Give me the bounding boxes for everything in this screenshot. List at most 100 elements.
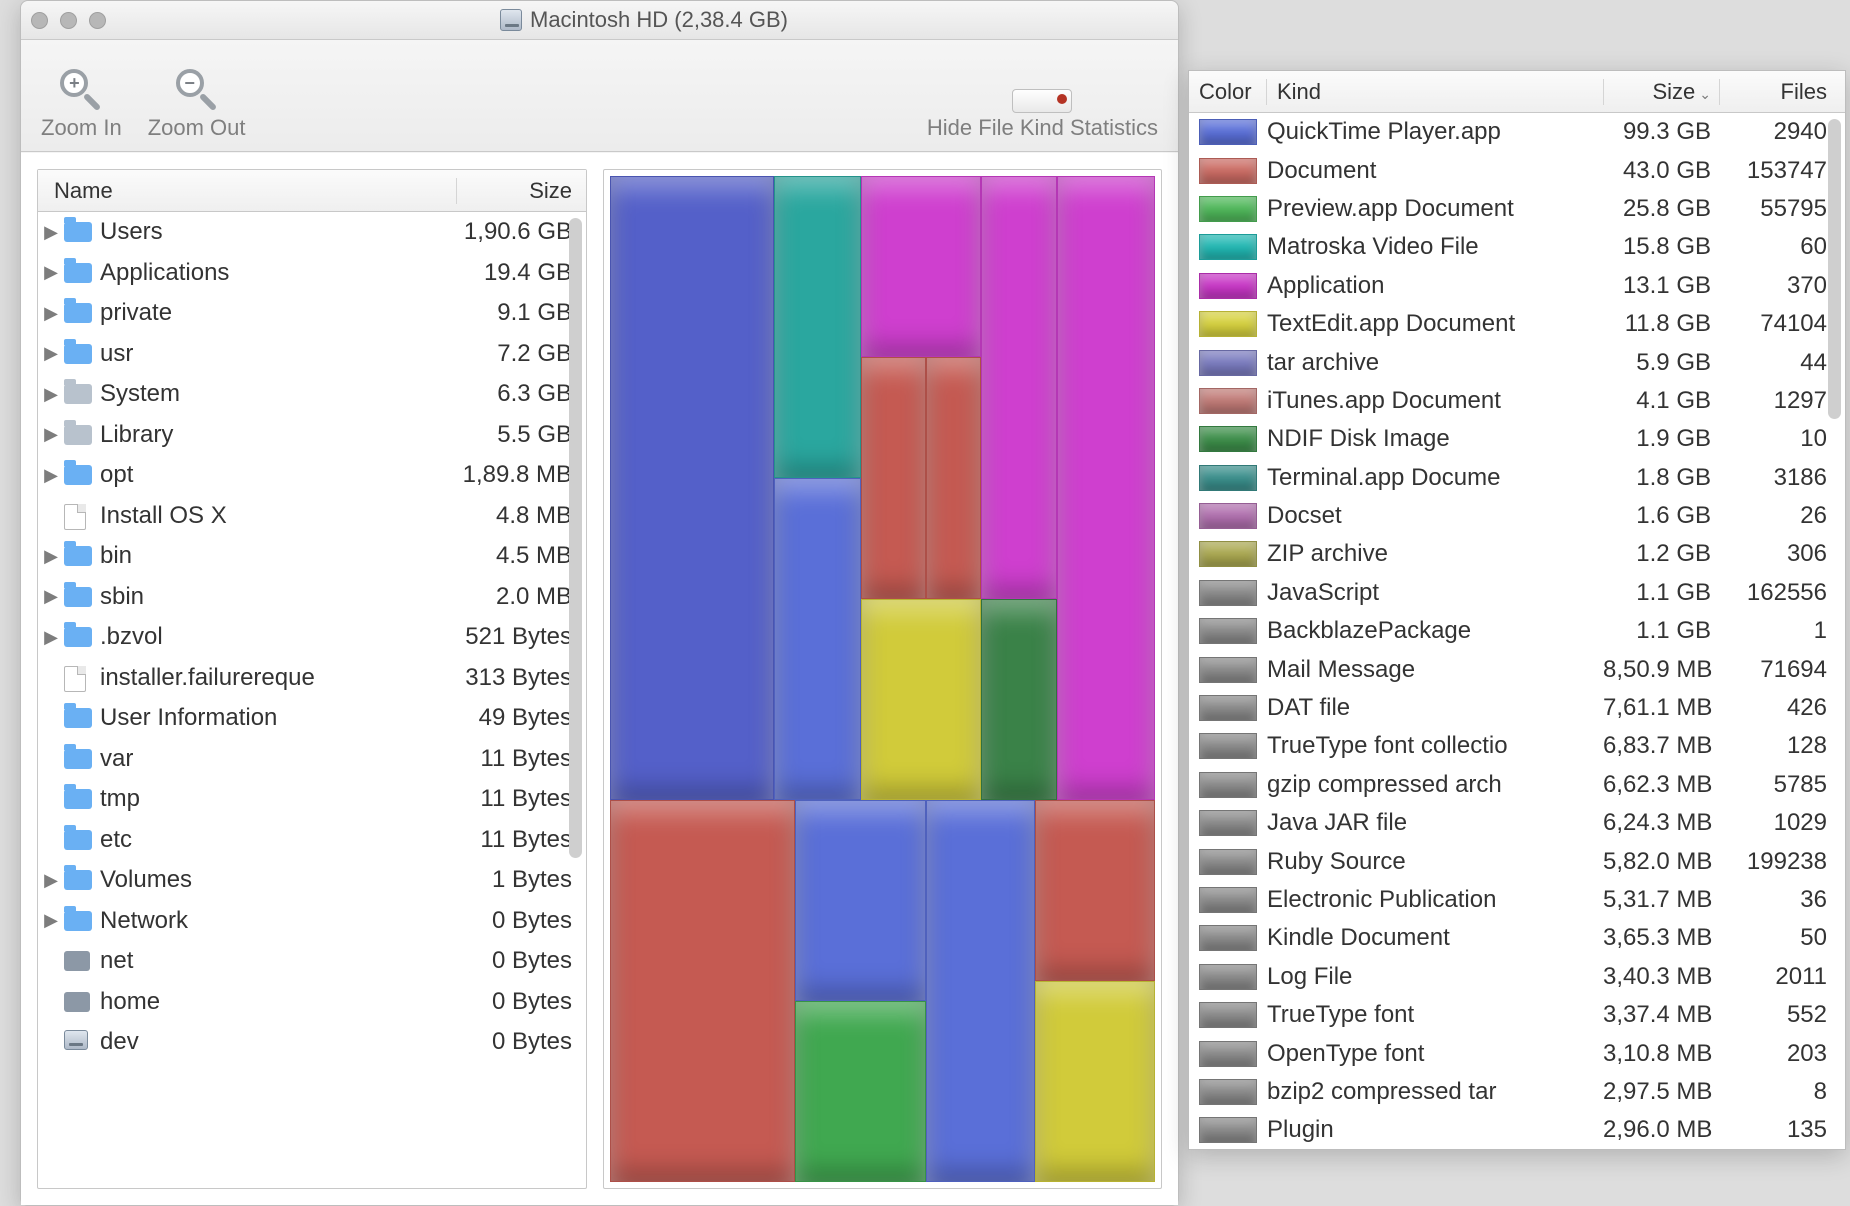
disclosure-triangle-icon[interactable]: ▶ (38, 262, 64, 283)
disclosure-triangle-icon[interactable]: ▶ (38, 424, 64, 445)
kind-row[interactable]: Document43.0 GB153747 (1189, 151, 1845, 189)
kind-row[interactable]: iTunes.app Document4.1 GB1297 (1189, 382, 1845, 420)
file-row[interactable]: ▶sbin2.0 MB (38, 577, 586, 618)
treemap-block[interactable] (926, 357, 981, 598)
column-kind[interactable]: Kind (1267, 79, 1603, 105)
disclosure-triangle-icon[interactable]: ▶ (38, 870, 64, 891)
color-swatch (1199, 311, 1257, 337)
file-row[interactable]: Install OS X4.8 MB (38, 496, 586, 537)
kind-row[interactable]: Java JAR file6,24.3 MB1029 (1189, 804, 1845, 842)
file-row[interactable]: ▶System6.3 GB (38, 374, 586, 415)
file-row[interactable]: ▶Network0 Bytes (38, 901, 586, 942)
disclosure-triangle-icon[interactable]: ▶ (38, 465, 64, 486)
file-row[interactable]: User Information49 Bytes (38, 698, 586, 739)
disclosure-triangle-icon[interactable]: ▶ (38, 303, 64, 324)
file-row[interactable]: ▶.bzvol521 Bytes (38, 617, 586, 658)
file-row[interactable]: installer.failurereque313 Bytes (38, 658, 586, 699)
file-row[interactable]: ▶Applications19.4 GB (38, 253, 586, 294)
treemap-block[interactable] (1057, 176, 1155, 800)
column-name[interactable]: Name (38, 178, 456, 204)
scrollbar[interactable] (1828, 119, 1841, 419)
kind-row[interactable]: DAT file7,61.1 MB426 (1189, 689, 1845, 727)
kind-row[interactable]: QuickTime Player.app99.3 GB2940 (1189, 113, 1845, 151)
treemap-block[interactable] (774, 478, 861, 800)
kind-row[interactable]: Matroska Video File15.8 GB60 (1189, 228, 1845, 266)
titlebar[interactable]: Macintosh HD (2,38.4 GB) (21, 1, 1178, 40)
disclosure-triangle-icon[interactable]: ▶ (38, 222, 64, 243)
treemap-block[interactable] (981, 599, 1057, 800)
column-size[interactable]: Size (456, 178, 586, 204)
minimize-icon[interactable] (60, 12, 77, 29)
kind-row[interactable]: Mail Message8,50.9 MB71694 (1189, 650, 1845, 688)
file-row[interactable]: etc11 Bytes (38, 820, 586, 861)
treemap-block[interactable] (774, 176, 861, 478)
file-name: System (100, 380, 426, 408)
treemap-block[interactable] (795, 800, 926, 1001)
column-color[interactable]: Color (1189, 79, 1267, 105)
disclosure-triangle-icon[interactable]: ▶ (38, 384, 64, 405)
file-row[interactable]: ▶bin4.5 MB (38, 536, 586, 577)
file-row[interactable]: ▶usr7.2 GB (38, 334, 586, 375)
treemap[interactable] (603, 169, 1162, 1189)
scrollbar[interactable] (569, 218, 582, 858)
kind-row[interactable]: gzip compressed arch6,62.3 MB5785 (1189, 766, 1845, 804)
disclosure-triangle-icon[interactable]: ▶ (38, 627, 64, 648)
file-row[interactable]: dev0 Bytes (38, 1022, 586, 1063)
kind-row[interactable]: Kindle Document3,65.3 MB50 (1189, 919, 1845, 957)
kind-row[interactable]: Terminal.app Docume1.8 GB3186 (1189, 459, 1845, 497)
column-files[interactable]: Files (1719, 79, 1845, 105)
file-row[interactable]: tmp11 Bytes (38, 779, 586, 820)
kinds-body[interactable]: QuickTime Player.app99.3 GB2940Document4… (1189, 113, 1845, 1149)
disclosure-triangle-icon[interactable]: ▶ (38, 586, 64, 607)
kind-row[interactable]: TextEdit.app Document11.8 GB74104 (1189, 305, 1845, 343)
kind-row[interactable]: Electronic Publication5,31.7 MB36 (1189, 881, 1845, 919)
file-row[interactable]: home0 Bytes (38, 982, 586, 1023)
disclosure-triangle-icon[interactable]: ▶ (38, 910, 64, 931)
treemap-block[interactable] (861, 357, 926, 598)
treemap-block[interactable] (795, 1001, 926, 1182)
file-row[interactable]: ▶Library5.5 GB (38, 415, 586, 456)
treemap-block[interactable] (926, 800, 1035, 1182)
file-row[interactable]: ▶private9.1 GB (38, 293, 586, 334)
kind-row[interactable]: tar archive5.9 GB44 (1189, 343, 1845, 381)
kind-row[interactable]: Application13.1 GB370 (1189, 267, 1845, 305)
color-swatch (1199, 733, 1257, 759)
kind-size: 6,83.7 MB (1603, 732, 1719, 760)
close-icon[interactable] (31, 12, 48, 29)
kind-row[interactable]: ZIP archive1.2 GB306 (1189, 535, 1845, 573)
kind-row[interactable]: Preview.app Document25.8 GB55795 (1189, 190, 1845, 228)
column-size-kind[interactable]: Size⌄ (1603, 79, 1719, 105)
kind-row[interactable]: TrueType font3,37.4 MB552 (1189, 996, 1845, 1034)
file-row[interactable]: ▶Users1,90.6 GB (38, 212, 586, 253)
disclosure-triangle-icon[interactable]: ▶ (38, 343, 64, 364)
kind-row[interactable]: TrueType font collectio6,83.7 MB128 (1189, 727, 1845, 765)
treemap-block[interactable] (981, 176, 1057, 599)
file-row[interactable]: ▶Volumes1 Bytes (38, 860, 586, 901)
treemap-block[interactable] (861, 176, 981, 357)
file-row[interactable]: var11 Bytes (38, 739, 586, 780)
treemap-block[interactable] (610, 800, 795, 1182)
kind-label: Ruby Source (1267, 848, 1603, 876)
file-row[interactable]: net0 Bytes (38, 941, 586, 982)
zoom-icon[interactable] (89, 12, 106, 29)
zoom-out-button[interactable]: − Zoom Out (148, 67, 246, 141)
kind-row[interactable]: Ruby Source5,82.0 MB199238 (1189, 842, 1845, 880)
kind-row[interactable]: Plugin2,96.0 MB135 (1189, 1111, 1845, 1149)
kind-row[interactable]: JavaScript1.1 GB162556 (1189, 574, 1845, 612)
kind-row[interactable]: bzip2 compressed tar2,97.5 MB8 (1189, 1073, 1845, 1111)
network-icon (64, 949, 94, 973)
treemap-block[interactable] (861, 599, 981, 800)
kind-row[interactable]: Docset1.6 GB26 (1189, 497, 1845, 535)
hide-stats-button[interactable]: Hide File Kind Statistics (927, 89, 1158, 141)
file-tree-body[interactable]: ▶Users1,90.6 GB▶Applications19.4 GB▶priv… (38, 212, 586, 1188)
file-row[interactable]: ▶opt1,89.8 MB (38, 455, 586, 496)
kind-row[interactable]: Log File3,40.3 MB2011 (1189, 958, 1845, 996)
kind-row[interactable]: BackblazePackage1.1 GB1 (1189, 612, 1845, 650)
kind-row[interactable]: OpenType font3,10.8 MB203 (1189, 1034, 1845, 1072)
treemap-block[interactable] (1035, 981, 1155, 1182)
zoom-in-button[interactable]: + Zoom In (41, 67, 122, 141)
treemap-block[interactable] (1035, 800, 1155, 981)
disclosure-triangle-icon[interactable]: ▶ (38, 546, 64, 567)
treemap-block[interactable] (610, 176, 774, 800)
kind-row[interactable]: NDIF Disk Image1.9 GB10 (1189, 420, 1845, 458)
